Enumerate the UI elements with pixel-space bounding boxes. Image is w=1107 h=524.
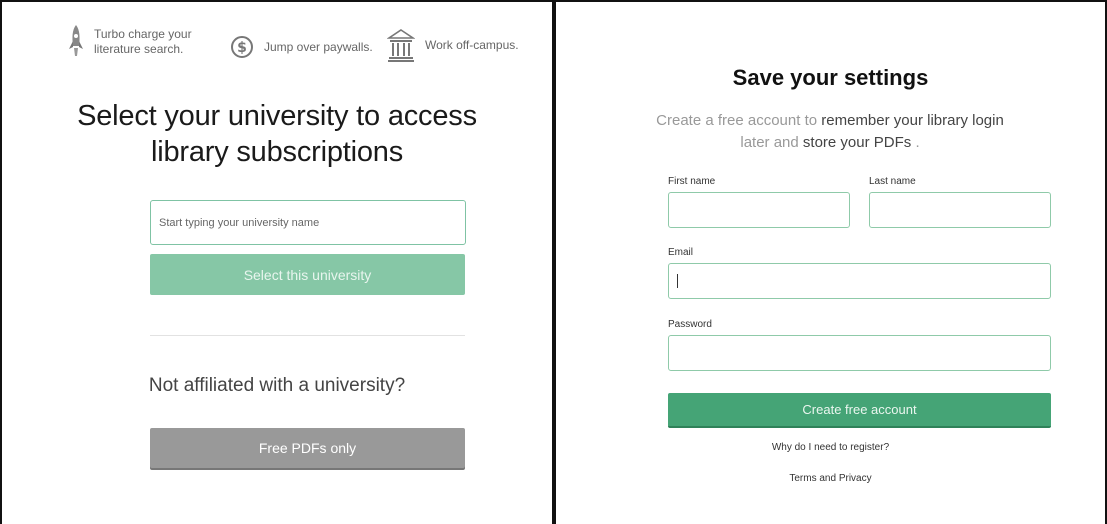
text-cursor: [677, 274, 678, 288]
first-name-field[interactable]: [668, 192, 850, 228]
svg-text:$: $: [237, 40, 247, 56]
why-register-link[interactable]: Why do I need to register?: [556, 442, 1105, 453]
registration-panel: Save your settings Create a free account…: [556, 0, 1107, 524]
subtitle: Create a free account to remember your l…: [656, 110, 1004, 154]
subtitle-store-pdfs: store your PDFs: [802, 134, 912, 151]
create-account-button[interactable]: Create free account: [668, 393, 1051, 428]
not-affiliated-text: Not affiliated with a university?: [148, 375, 406, 396]
university-select-panel: Turbo charge your literature search. $ J…: [0, 0, 556, 524]
university-search-input[interactable]: [150, 200, 466, 245]
feature-paywall: $ Jump over paywalls.: [230, 35, 373, 59]
subtitle-part1: Create a free account to: [656, 112, 822, 129]
feature-turbo-text: Turbo charge your literature search.: [94, 27, 192, 56]
save-settings-title: Save your settings: [732, 65, 929, 90]
feature-paywall-text: Jump over paywalls.: [264, 39, 373, 54]
dollar-circle-icon: $: [230, 35, 254, 59]
feature-offcampus-text: Work off-campus.: [425, 37, 519, 52]
terms-privacy-link[interactable]: Terms and Privacy: [556, 473, 1105, 484]
feature-offcampus: Work off-campus.: [387, 28, 519, 62]
password-label: Password: [668, 319, 712, 330]
email-field[interactable]: [668, 263, 1051, 299]
university-building-icon: [387, 28, 415, 62]
feature-turbo: Turbo charge your literature search.: [68, 24, 192, 60]
divider: [150, 335, 465, 336]
subtitle-remember-login: remember your library login: [821, 112, 1004, 129]
free-pdfs-button[interactable]: Free PDFs only: [150, 428, 465, 468]
select-university-button[interactable]: Select this university: [150, 254, 465, 295]
last-name-field[interactable]: [869, 192, 1051, 228]
page-heading: Select your university to access library…: [77, 100, 477, 168]
first-name-label: First name: [668, 176, 716, 187]
last-name-label: Last name: [869, 176, 916, 187]
subtitle-part3: .: [911, 134, 920, 151]
rocket-icon: [68, 24, 84, 60]
email-label: Email: [668, 247, 694, 258]
password-field[interactable]: [668, 335, 1051, 371]
subtitle-part2: later and: [740, 134, 803, 151]
